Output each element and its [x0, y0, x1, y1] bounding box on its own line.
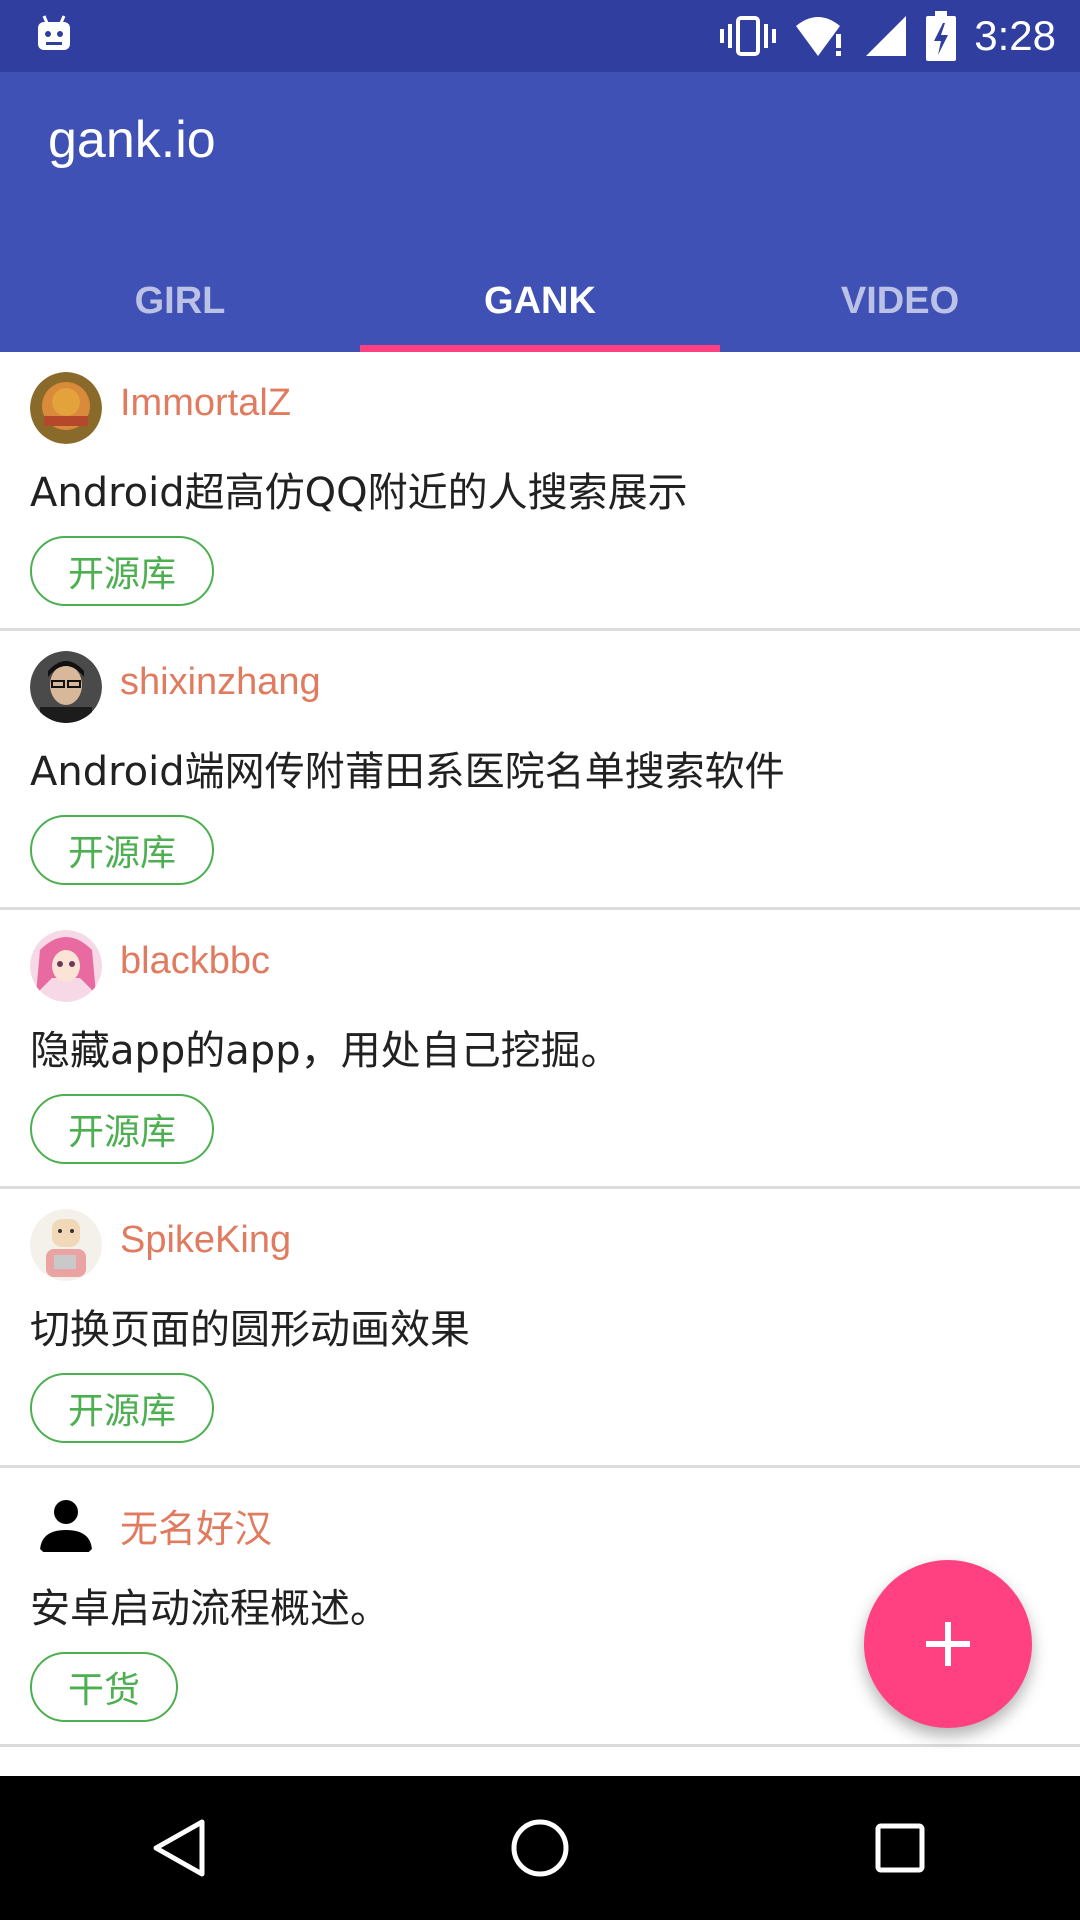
tag-badge: 开源库 — [30, 815, 215, 885]
avatar[interactable] — [30, 651, 102, 723]
list-item[interactable]: ImmortalZ Android超高仿QQ附近的人搜索展示 开源库 — [0, 352, 1080, 631]
wifi-alert-icon — [796, 17, 842, 56]
signal-icon — [866, 16, 907, 56]
author-name: SpikeKing — [120, 1219, 292, 1261]
tag-badge: 开源库 — [30, 1373, 215, 1443]
avatar[interactable] — [30, 1209, 102, 1281]
app-title: gank.io — [48, 111, 216, 169]
system-nav-bar — [0, 1776, 1080, 1920]
tab-video[interactable]: VIDEO — [720, 250, 1080, 352]
list-item[interactable]: SpikeKing 切换页面的圆形动画效果 开源库 — [0, 1189, 1080, 1468]
item-title: Android超高仿QQ附近的人搜索展示 — [30, 470, 688, 516]
avatar[interactable] — [30, 372, 102, 444]
gank-feed-list[interactable]: ImmortalZ Android超高仿QQ附近的人搜索展示 开源库 shixi… — [0, 352, 1080, 1776]
item-title: 隐藏app的app，用处自己挖掘。 — [30, 1028, 621, 1074]
android-notification-icon — [38, 15, 70, 50]
status-bar: 3:28 — [0, 0, 1080, 72]
item-title: 安卓启动流程概述。 — [30, 1586, 390, 1632]
item-title: 切换页面的圆形动画效果 — [30, 1307, 470, 1353]
avatar[interactable] — [30, 930, 102, 1002]
tag-badge: 干货 — [30, 1652, 179, 1722]
battery-charging-icon — [926, 11, 957, 61]
home-button[interactable] — [480, 1788, 600, 1908]
tab-strip: GIRL GANK VIDEO — [0, 250, 1080, 352]
add-fab-button[interactable] — [864, 1560, 1032, 1728]
author-name: blackbbc — [120, 940, 270, 982]
item-title: Android端网传附莆田系医院名单搜索软件 — [30, 749, 785, 795]
app-bar: gank.io GIRL GANK VIDEO — [0, 72, 1080, 352]
home-icon — [511, 1819, 569, 1877]
vibrate-icon — [720, 16, 777, 56]
list-item[interactable]: shixinzhang Android端网传附莆田系医院名单搜索软件 开源库 — [0, 631, 1080, 910]
author-name: ImmortalZ — [120, 382, 291, 424]
plus-icon — [926, 1622, 970, 1666]
back-button[interactable] — [120, 1788, 240, 1908]
author-name: 无名好汉 — [120, 1509, 273, 1551]
tab-gank[interactable]: GANK — [360, 250, 720, 352]
author-name: shixinzhang — [120, 661, 321, 703]
tag-badge: 开源库 — [30, 1094, 215, 1164]
status-clock: 3:28 — [974, 12, 1056, 59]
list-item[interactable]: blackbbc 隐藏app的app，用处自己挖掘。 开源库 — [0, 910, 1080, 1189]
recents-icon — [875, 1823, 925, 1873]
back-icon — [153, 1819, 205, 1877]
recents-button[interactable] — [840, 1788, 960, 1908]
default-person-avatar-icon[interactable] — [30, 1488, 102, 1560]
tag-badge: 开源库 — [30, 536, 215, 606]
tab-girl[interactable]: GIRL — [0, 250, 360, 352]
